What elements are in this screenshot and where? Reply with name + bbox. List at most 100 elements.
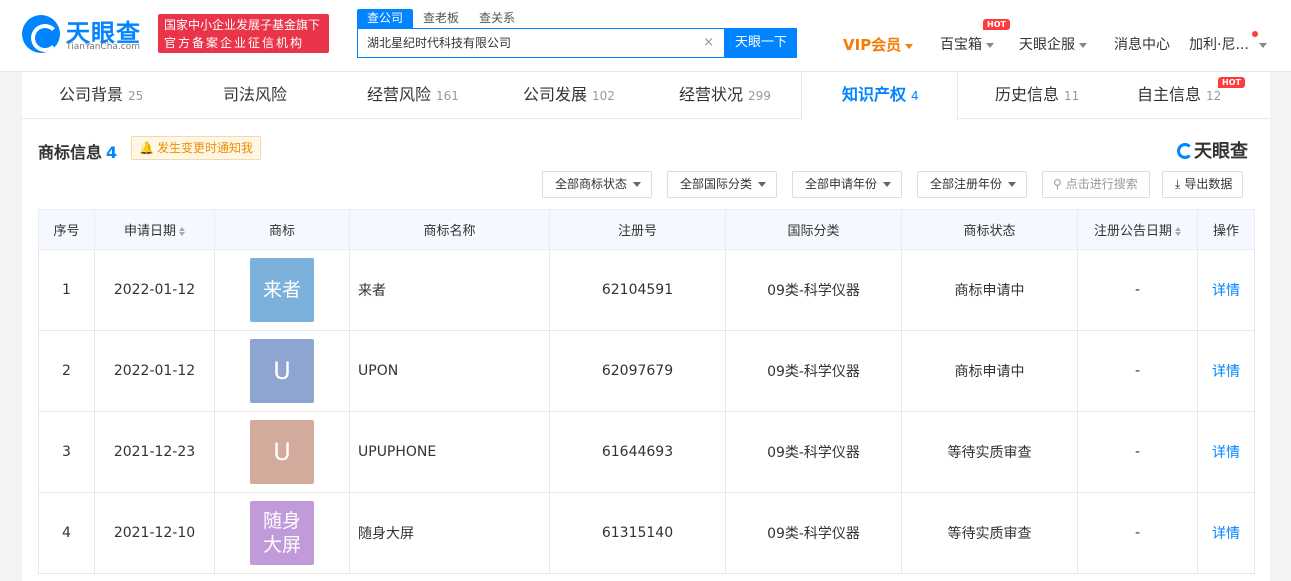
- download-icon: ⤓: [1175, 177, 1181, 191]
- trademark-image[interactable]: 来者: [250, 258, 314, 322]
- cell-status: 等待实质审查: [901, 411, 1078, 493]
- section-title-text: 商标信息: [38, 143, 103, 162]
- tab-count: 4: [911, 89, 919, 103]
- reg-year-filter[interactable]: 全部注册年份: [917, 171, 1028, 198]
- tab-count: 299: [748, 89, 771, 103]
- tab-label: 经营风险: [367, 85, 432, 104]
- col-apply-date[interactable]: 申请日期: [94, 209, 215, 250]
- cell-pub: -: [1077, 330, 1198, 412]
- col-pub-date[interactable]: 注册公告日期: [1077, 209, 1198, 250]
- cell-date: 2022-01-12: [94, 249, 215, 331]
- trademark-image[interactable]: U: [250, 420, 314, 484]
- col-status: 商标状态: [901, 209, 1078, 250]
- tab-history[interactable]: 历史信息 11: [995, 72, 1079, 119]
- filter-label: 全部商标状态: [555, 177, 628, 191]
- cell-no: 3: [38, 411, 95, 493]
- cell-no: 1: [38, 249, 95, 331]
- watermark-text: 天眼查: [1194, 141, 1248, 162]
- change-notify-button[interactable]: 🔔 发生变更时通知我: [131, 136, 261, 160]
- message-center-link[interactable]: 消息中心: [1114, 34, 1170, 54]
- cell-class: 09类-科学仪器: [725, 492, 902, 574]
- search-button[interactable]: 天眼一下: [725, 28, 797, 58]
- trademark-image[interactable]: 随身 大屏: [250, 501, 314, 565]
- user-menu[interactable]: 加利·尼...: [1189, 34, 1267, 54]
- tab-self-info[interactable]: 自主信息 12: [1137, 72, 1221, 119]
- col-mark-name: 商标名称: [349, 209, 550, 250]
- bell-icon: 🔔: [139, 141, 154, 155]
- cell-mark: 来者: [214, 249, 350, 331]
- tianyancha-logo[interactable]: 天眼查 TianYanCha.com: [22, 13, 152, 57]
- search-tab-boss[interactable]: 查老板: [413, 9, 469, 28]
- table-search-input[interactable]: ⚲ 点击进行搜索: [1042, 171, 1150, 198]
- filter-label: 全部申请年份: [805, 177, 878, 191]
- col-label: 申请日期: [123, 224, 176, 239]
- chevron-down-icon: [905, 43, 914, 49]
- col-no: 序号: [38, 209, 95, 250]
- vip-menu[interactable]: VIP会员: [843, 34, 914, 55]
- tab-judicial-risk[interactable]: 司法风险: [223, 72, 287, 119]
- cell-pub: -: [1077, 492, 1198, 574]
- sort-icon[interactable]: [1175, 227, 1181, 236]
- tab-label: 自主信息: [1137, 85, 1202, 104]
- table-header-row: 序号 申请日期 商标 商标名称 注册号 国际分类 商标状态 注册公告日期 操作: [38, 209, 1255, 250]
- vip-label: VIP会员: [843, 36, 902, 54]
- baibaoxiang-menu[interactable]: 百宝箱: [940, 34, 994, 54]
- cell-action: 详情: [1197, 411, 1255, 493]
- cell-action: 详情: [1197, 330, 1255, 412]
- cell-reg: 62097679: [549, 330, 726, 412]
- cell-name: UPUPHONE: [349, 411, 550, 493]
- cell-status: 商标申请中: [901, 249, 1078, 331]
- cell-date: 2021-12-10: [94, 492, 215, 574]
- detail-link[interactable]: 详情: [1212, 526, 1240, 542]
- apply-year-filter[interactable]: 全部申请年份: [792, 171, 903, 198]
- cell-date: 2022-01-12: [94, 330, 215, 412]
- trademark-image[interactable]: U: [250, 339, 314, 403]
- cell-pub: -: [1077, 411, 1198, 493]
- tab-label: 历史信息: [995, 85, 1060, 104]
- filter-label: 全部注册年份: [930, 177, 1003, 191]
- search-input[interactable]: 湖北星纪时代科技有限公司 ×: [357, 28, 725, 58]
- tab-count: 11: [1064, 89, 1080, 103]
- detail-link[interactable]: 详情: [1212, 445, 1240, 461]
- cell-mark: U: [214, 330, 350, 412]
- search-placeholder: 点击进行搜索: [1065, 177, 1138, 191]
- tab-business-risk[interactable]: 经营风险 161: [367, 72, 459, 119]
- detail-link[interactable]: 详情: [1212, 283, 1240, 299]
- tab-company-development[interactable]: 公司发展 102: [523, 72, 615, 119]
- export-button[interactable]: ⤓ 导出数据: [1162, 171, 1244, 198]
- watermark-logo: 天眼查: [1177, 137, 1248, 163]
- tab-label: 公司背景: [59, 85, 124, 104]
- status-filter[interactable]: 全部商标状态: [542, 171, 653, 198]
- cell-class: 09类-科学仪器: [725, 411, 902, 493]
- tab-company-background[interactable]: 公司背景 25: [59, 72, 143, 119]
- detail-link[interactable]: 详情: [1212, 364, 1240, 380]
- col-label: 注册公告日期: [1093, 224, 1172, 239]
- cell-reg: 61315140: [549, 492, 726, 574]
- cell-status: 商标申请中: [901, 330, 1078, 412]
- cell-reg: 61644693: [549, 411, 726, 493]
- search-tab-relation[interactable]: 查关系: [469, 9, 525, 28]
- clear-icon[interactable]: ×: [703, 29, 714, 57]
- tab-intellectual-property[interactable]: 知识产权 4: [842, 72, 919, 119]
- banner-line-2: 官方备案企业征信机构: [164, 36, 305, 50]
- col-action: 操作: [1197, 209, 1255, 250]
- filter-label: 全部国际分类: [680, 177, 753, 191]
- cell-mark: U: [214, 411, 350, 493]
- tab-count: 25: [128, 89, 144, 103]
- baibaoxiang-label: 百宝箱: [940, 37, 982, 53]
- official-banner: 国家中小企业发展子基金旗下 官方备案企业征信机构: [158, 14, 329, 53]
- intl-class-filter[interactable]: 全部国际分类: [667, 171, 778, 198]
- section-title: 商标信息 4: [38, 139, 117, 163]
- search-tab-company[interactable]: 查公司: [357, 9, 414, 28]
- tab-label: 知识产权: [842, 85, 907, 104]
- tab-count: 12: [1206, 89, 1222, 103]
- cell-pub: -: [1077, 249, 1198, 331]
- search-area: 查公司 查老板 查关系 湖北星纪时代科技有限公司 × 天眼一下: [357, 9, 797, 58]
- table-row: 2 2022-01-12 U UPON 62097679 09类-科学仪器 商标…: [38, 330, 1255, 412]
- table-row: 3 2021-12-23 U UPUPHONE 61644693 09类-科学仪…: [38, 411, 1255, 493]
- tab-operating-status[interactable]: 经营状况 299: [679, 72, 771, 119]
- qifu-menu[interactable]: 天眼企服: [1019, 34, 1087, 54]
- sort-icon[interactable]: [179, 227, 185, 236]
- cell-name: 来者: [349, 249, 550, 331]
- cell-action: 详情: [1197, 492, 1255, 574]
